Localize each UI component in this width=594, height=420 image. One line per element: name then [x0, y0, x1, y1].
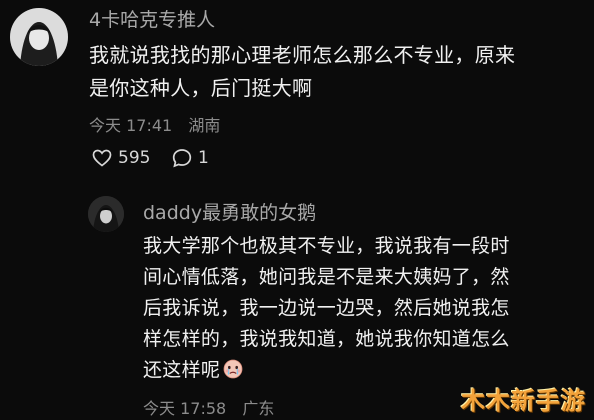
- reply-line-1: 我大学那个也极其不专业，我说我有一段时: [143, 235, 510, 257]
- comment-line-2: 是你这种人，后门挺大啊: [89, 76, 313, 100]
- reply-location: 广东: [242, 399, 275, 418]
- reply-line-5: 还这样呢: [143, 355, 244, 382]
- comment-location: 湖南: [188, 116, 221, 135]
- crying-face-icon: [222, 357, 244, 379]
- reply-line-4: 样怎样的，我说我知道，她说我你知道怎么: [143, 328, 510, 350]
- heart-icon: [92, 149, 112, 167]
- site-watermark: 木木新手游: [461, 387, 586, 415]
- comment-line-1: 我就说我找的那心理老师怎么那么不专业，原来: [89, 43, 516, 67]
- reply-line-2: 间心情低落，她问我是不是来大姨妈了，然: [143, 266, 510, 288]
- like-button[interactable]: 595: [92, 148, 150, 168]
- comment-meta: 今天 17:41 湖南: [89, 112, 220, 136]
- reply-timestamp: 今天 17:58: [143, 399, 227, 418]
- reply-count: 1: [198, 148, 209, 168]
- reply-button[interactable]: 1: [172, 148, 209, 168]
- like-count: 595: [118, 148, 151, 168]
- replier-name[interactable]: daddy最勇敢的女鹅: [143, 198, 316, 225]
- commenter-name[interactable]: 4卡哈克专推人: [89, 5, 215, 32]
- reply-line-3: 后我诉说，我一边说一边哭，然后她说我怎: [143, 297, 510, 319]
- comment-bubble-icon: [172, 148, 192, 168]
- reply-meta: 今天 17:58 广东: [143, 395, 274, 419]
- commenter-avatar[interactable]: [10, 8, 68, 66]
- reply-line-5-text: 还这样呢: [143, 359, 221, 381]
- comment-timestamp: 今天 17:41: [89, 116, 173, 135]
- replier-avatar[interactable]: [88, 196, 124, 232]
